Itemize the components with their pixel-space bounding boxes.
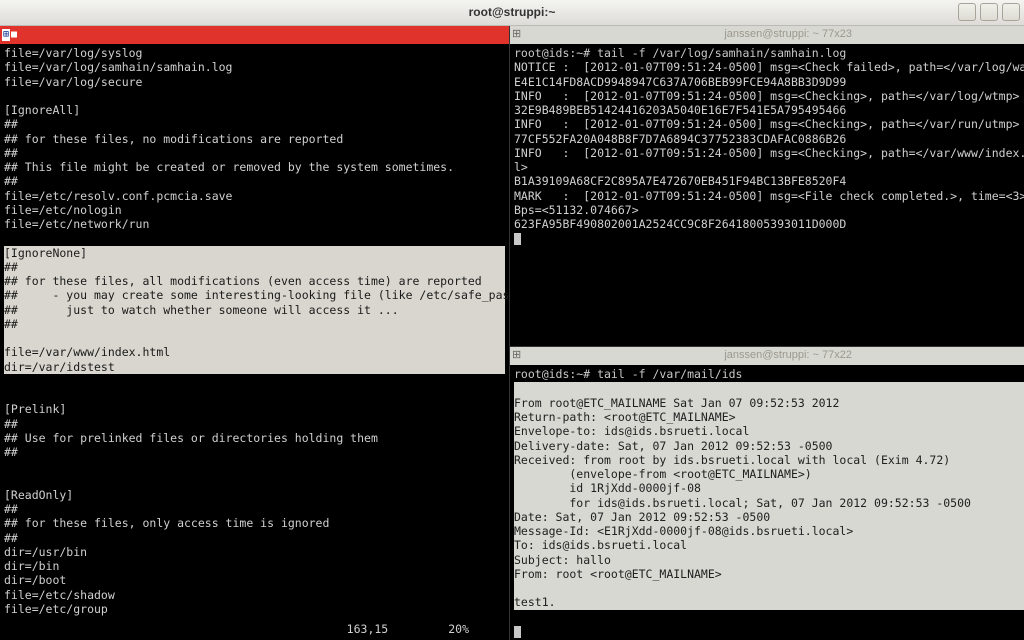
tab-title: janssen@struppi: ~ 77x22 (527, 349, 1024, 363)
cursor (514, 626, 521, 638)
minimize-button[interactable] (958, 3, 976, 21)
vim-status-line: 163,15 20% (0, 622, 509, 640)
window-titlebar: root@struppi:~ (0, 0, 1024, 26)
maximize-button[interactable] (980, 3, 998, 21)
window-title: root@struppi:~ (469, 5, 556, 20)
right-bottom-terminal[interactable]: ⊞ janssen@struppi: ~ 77x22 root@ids:~# t… (510, 347, 1024, 640)
right-top-terminal[interactable]: ⊞ janssen@struppi: ~ 77x23 root@ids:~# t… (510, 26, 1024, 347)
command-line: root@ids:~# tail -f /var/log/samhain/sam… (514, 46, 846, 60)
pane-tabbar: ⊞ janssen@struppi: ~ 77x22 (510, 347, 1024, 365)
pane-layout-icon: ⊞ (2, 29, 10, 41)
pane-indicator-icon: ■ (11, 29, 17, 41)
left-editor-pane[interactable]: ⊞ ■ file=/var/log/syslog file=/var/log/s… (0, 26, 510, 640)
cursor (514, 233, 521, 245)
tab-layout-icon: ⊞ (512, 28, 521, 42)
close-button[interactable] (1002, 3, 1020, 21)
terminal-output[interactable]: root@ids:~# tail -f /var/log/samhain/sam… (510, 44, 1024, 346)
cursor-position: 163,15 (347, 622, 389, 640)
tab-title: janssen@struppi: ~ 77x23 (527, 28, 1024, 42)
tab-layout-icon: ⊞ (512, 349, 521, 363)
terminal-output[interactable]: root@ids:~# tail -f /var/mail/ids From r… (510, 365, 1024, 640)
window-controls (958, 3, 1020, 21)
editor-content[interactable]: file=/var/log/syslog file=/var/log/samha… (0, 44, 509, 622)
scroll-percent: 20% (448, 622, 469, 640)
tmux-statusbar: ⊞ ■ (0, 26, 509, 44)
pane-tabbar: ⊞ janssen@struppi: ~ 77x23 (510, 26, 1024, 44)
command-line: root@ids:~# tail -f /var/mail/ids (514, 367, 742, 381)
